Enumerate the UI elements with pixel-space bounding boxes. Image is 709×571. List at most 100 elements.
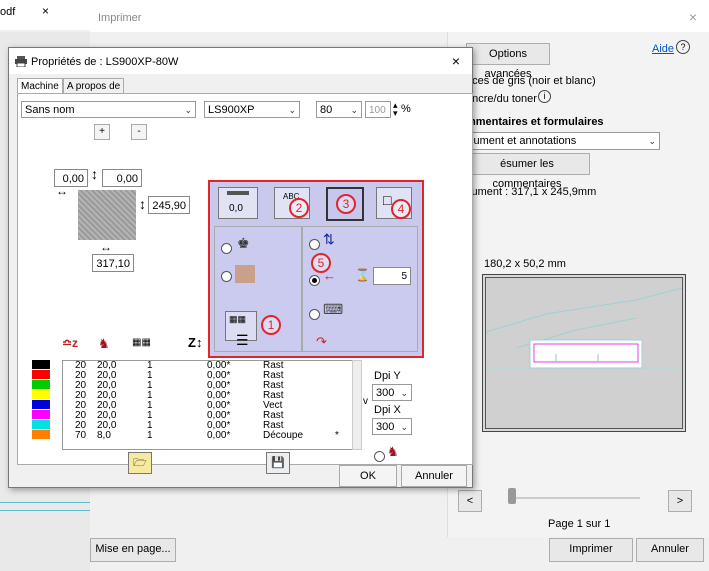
cancel-print-button[interactable]: Annuler bbox=[636, 538, 704, 562]
air-assist-radio[interactable] bbox=[309, 275, 320, 286]
stamp-radio[interactable] bbox=[221, 243, 232, 254]
page-slider-thumb[interactable] bbox=[508, 488, 516, 504]
vertical-arrow-icon: ↕ bbox=[91, 166, 98, 182]
zoom-out-button[interactable]: - bbox=[131, 124, 147, 140]
chevron-down-icon: ⌄ bbox=[350, 105, 358, 115]
page-setup-button[interactable]: Mise en page... bbox=[90, 538, 176, 562]
speed-icon: ♞ bbox=[387, 444, 399, 459]
vertical-mode-label: v bbox=[363, 396, 368, 407]
comments-select[interactable]: cument et annotations ⌄ bbox=[464, 132, 660, 150]
dpi-y-value: 300 bbox=[376, 387, 395, 399]
width-arrow-icon: ↔ bbox=[100, 240, 112, 254]
help-link[interactable]: Aide bbox=[652, 43, 674, 55]
page-slider-track[interactable] bbox=[510, 497, 640, 499]
frame-option-button[interactable]: □ 4 bbox=[376, 187, 412, 219]
speed-column-icon: ♞ bbox=[98, 336, 110, 351]
tab-close-icon[interactable]: × bbox=[42, 4, 49, 18]
cell-passes: 1 bbox=[147, 430, 153, 441]
chevron-down-icon: ⌄ bbox=[648, 136, 656, 146]
offset-y-input[interactable]: 0,00 bbox=[102, 169, 142, 187]
percent-input[interactable]: 100 bbox=[365, 101, 391, 118]
help-icon[interactable]: ? bbox=[676, 40, 690, 54]
cell-z: 0,00* bbox=[207, 430, 231, 441]
badge-3: 3 bbox=[336, 194, 356, 214]
swatch-yellow[interactable] bbox=[32, 390, 50, 399]
print-button[interactable]: Imprimer bbox=[549, 538, 633, 562]
save-ink-label[interactable]: encre/du toner bbox=[466, 93, 537, 105]
swatch-magenta[interactable] bbox=[32, 410, 50, 419]
origin-position-button[interactable]: 0,0 bbox=[218, 187, 258, 219]
height-arrow-icon: ↕ bbox=[139, 196, 146, 212]
properties-close-icon[interactable]: × bbox=[452, 53, 460, 69]
center-engrave-button[interactable]: 3 bbox=[326, 187, 364, 221]
table-row[interactable]: 70 8,0 1 0,00* Découpe * bbox=[63, 431, 353, 441]
advanced-options-button[interactable]: Options avancées bbox=[466, 43, 550, 80]
texture-radio[interactable] bbox=[221, 271, 232, 282]
color-settings-table[interactable]: 20 20,0 1 0,00* Rast 20 20,0 1 0,00* Rast 20 20,0 1 0… bbox=[62, 360, 354, 450]
tab-label: odf bbox=[0, 6, 16, 18]
chevron-down-icon: ⌄ bbox=[400, 388, 408, 398]
properties-titlebar: Propriétés de : LS900XP-80W × bbox=[9, 48, 472, 74]
swatch-green[interactable] bbox=[32, 380, 50, 389]
tab-machine[interactable]: Machine bbox=[17, 78, 63, 94]
cell-speed: 8,0 bbox=[97, 430, 111, 441]
tab-about[interactable]: A propos de bbox=[62, 78, 125, 94]
previous-page-button[interactable]: < bbox=[458, 490, 482, 512]
save-button[interactable]: 💾 bbox=[266, 452, 290, 474]
horizontal-arrow-icon: ↔ bbox=[56, 184, 68, 198]
print-dialog-close-icon[interactable]: × bbox=[689, 9, 697, 25]
background-tab[interactable]: odf × bbox=[0, 0, 91, 30]
swatch-black[interactable] bbox=[32, 360, 50, 369]
profile-select-value: Sans nom bbox=[25, 104, 75, 116]
dpi-x-value: 300 bbox=[376, 421, 395, 433]
swatch-blue[interactable] bbox=[32, 400, 50, 409]
ok-button[interactable]: OK bbox=[339, 465, 397, 487]
info-icon: i bbox=[538, 90, 551, 103]
percent-spinner-icon[interactable]: ▴ ▾ bbox=[393, 101, 398, 118]
cyan-line bbox=[0, 510, 90, 511]
text-option-button[interactable]: ABC 2 bbox=[274, 187, 310, 219]
passes-input[interactable]: 5 bbox=[373, 267, 411, 285]
grayscale-label[interactable]: nces de gris (noir et blanc) bbox=[466, 75, 596, 87]
swatch-cyan[interactable] bbox=[32, 420, 50, 429]
print-dialog-title: Imprimer bbox=[98, 12, 142, 24]
height-input[interactable]: 245,90 bbox=[148, 196, 190, 214]
printer-icon bbox=[15, 56, 27, 67]
mode-column-icon: ☰ bbox=[236, 332, 249, 348]
top-value: 0,0 bbox=[229, 203, 243, 214]
air-column-icon: ↷ bbox=[316, 334, 327, 349]
badge-1: 1 bbox=[261, 315, 281, 335]
cylinder-radio[interactable] bbox=[309, 309, 320, 320]
rotary-icon: ⌨ bbox=[323, 301, 344, 317]
speed-radio[interactable] bbox=[374, 451, 385, 462]
cyan-line bbox=[0, 502, 90, 503]
save-icon: 💾 bbox=[271, 457, 285, 469]
cancel-button[interactable]: Annuler bbox=[401, 465, 467, 487]
swatch-red[interactable] bbox=[32, 370, 50, 379]
width-input[interactable]: 317,10 bbox=[92, 254, 134, 272]
dpi-x-label: Dpi X bbox=[374, 404, 401, 416]
zoom-in-button[interactable]: + bbox=[94, 124, 110, 140]
chevron-down-icon: ⌄ bbox=[400, 422, 408, 432]
properties-title: Propriétés de : LS900XP-80W bbox=[31, 56, 179, 68]
dpi-x-select[interactable]: 300 ⌄ bbox=[372, 418, 412, 435]
summarize-comments-button[interactable]: ésumer les commentaires bbox=[464, 153, 590, 190]
profile-select[interactable]: Sans nom ⌄ bbox=[21, 101, 196, 118]
open-folder-button[interactable]: 🗁 bbox=[128, 452, 152, 474]
cell-mode: Découpe bbox=[263, 430, 304, 441]
dpi-y-select[interactable]: 300 ⌄ bbox=[372, 384, 412, 401]
image-mode-group: ♚ ▦▦ 1 bbox=[214, 226, 302, 352]
comments-select-value: cument et annotations bbox=[468, 135, 577, 147]
output-radio[interactable] bbox=[309, 239, 320, 250]
percent-unit: % bbox=[401, 103, 411, 115]
print-dialog-titlebar: Imprimer × bbox=[90, 0, 709, 32]
model-select[interactable]: LS900XP ⌄ bbox=[204, 101, 300, 118]
next-page-button[interactable]: > bbox=[668, 490, 692, 512]
preview-drawing bbox=[486, 287, 682, 369]
work-area-preview bbox=[78, 190, 136, 240]
power-select[interactable]: 80 ⌄ bbox=[316, 101, 362, 118]
page-indicator: Page 1 sur 1 bbox=[548, 518, 611, 530]
table-scrollbar[interactable] bbox=[352, 360, 362, 450]
stamp-icon: ♚ bbox=[237, 235, 250, 251]
swatch-orange[interactable] bbox=[32, 430, 50, 439]
